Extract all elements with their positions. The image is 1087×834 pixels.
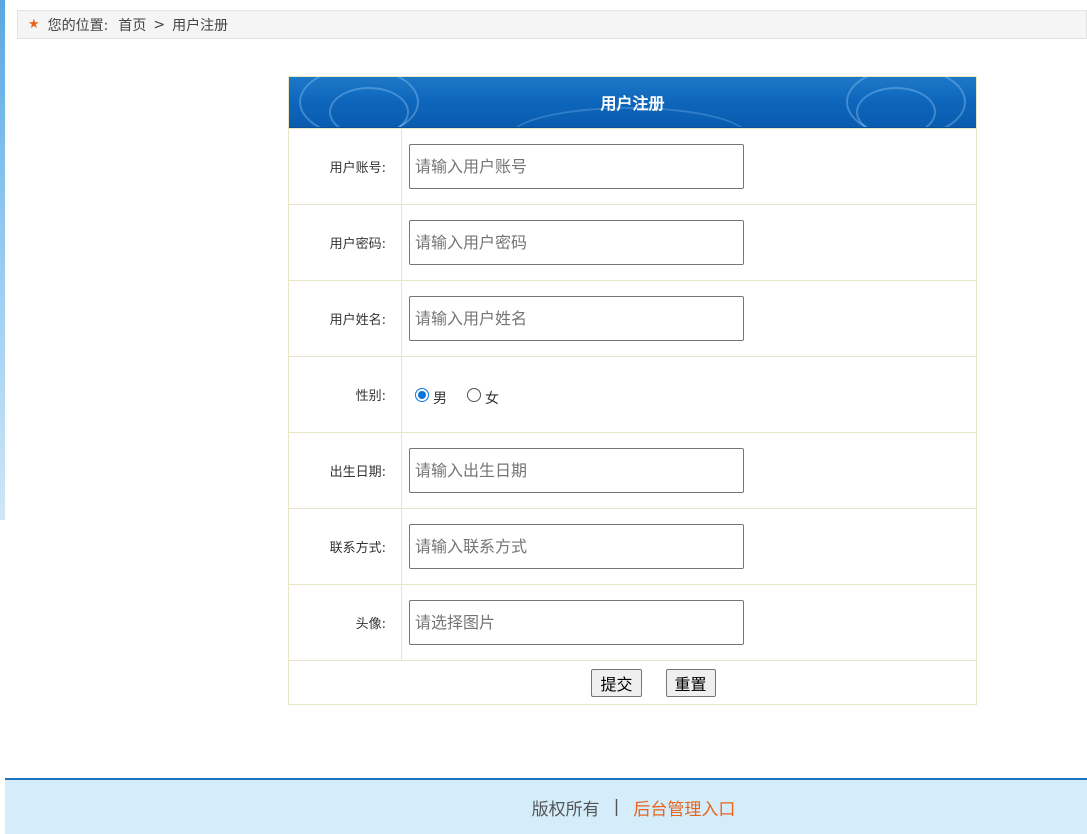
radio-male[interactable] (415, 387, 429, 402)
form-row-account: 用户账号: (289, 128, 976, 204)
account-label: 用户账号: (289, 129, 402, 204)
birthdate-label: 出生日期: (289, 433, 402, 508)
form-row-birthdate: 出生日期: (289, 432, 976, 508)
footer: 版权所有 | 后台管理入口 (5, 778, 1087, 834)
reset-button[interactable]: 重置 (665, 668, 716, 697)
name-input[interactable] (409, 296, 744, 341)
left-background-strip (0, 0, 5, 520)
avatar-label: 头像: (289, 585, 402, 660)
form-header: 用户注册 (289, 77, 976, 128)
form-title: 用户注册 (600, 94, 665, 113)
name-label: 用户姓名: (289, 281, 402, 356)
gender-female-label: 女 (485, 390, 499, 407)
breadcrumb-separator: > (153, 16, 166, 33)
submit-button[interactable]: 提交 (591, 668, 642, 697)
form-row-avatar: 头像: (289, 584, 976, 660)
breadcrumb-home-link[interactable]: 首页 (118, 15, 146, 35)
avatar-input[interactable] (409, 600, 744, 645)
birthdate-input[interactable] (409, 448, 744, 493)
breadcrumb: ★ 您的位置: 首页 > 用户注册 (17, 10, 1087, 39)
account-input[interactable] (409, 144, 744, 189)
copyright-text: 版权所有 (531, 799, 600, 820)
form-row-name: 用户姓名: (289, 280, 976, 356)
breadcrumb-prefix: 您的位置: (47, 17, 109, 34)
admin-entry-link[interactable]: 后台管理入口 (633, 795, 735, 820)
footer-divider: | (613, 797, 620, 817)
radio-female[interactable] (467, 387, 481, 402)
contact-input[interactable] (409, 524, 744, 569)
gender-male-label: 男 (433, 390, 447, 407)
form-row-contact: 联系方式: (289, 508, 976, 584)
password-label: 用户密码: (289, 205, 402, 280)
contact-label: 联系方式: (289, 509, 402, 584)
star-icon: ★ (28, 17, 40, 32)
form-row-gender: 性别: 男 女 (289, 356, 976, 432)
breadcrumb-current: 用户注册 (172, 17, 229, 34)
registration-form: 用户注册 用户账号: 用户密码: 用户姓名: 性别: 男 (288, 76, 977, 705)
form-actions: 提交 重置 (289, 660, 976, 704)
gender-radio-group: 男 女 (409, 385, 519, 407)
password-input[interactable] (409, 220, 744, 265)
form-row-password: 用户密码: (289, 204, 976, 280)
gender-label: 性别: (289, 357, 402, 432)
gender-option-male[interactable]: 男 (415, 385, 447, 407)
gender-option-female[interactable]: 女 (467, 385, 499, 407)
